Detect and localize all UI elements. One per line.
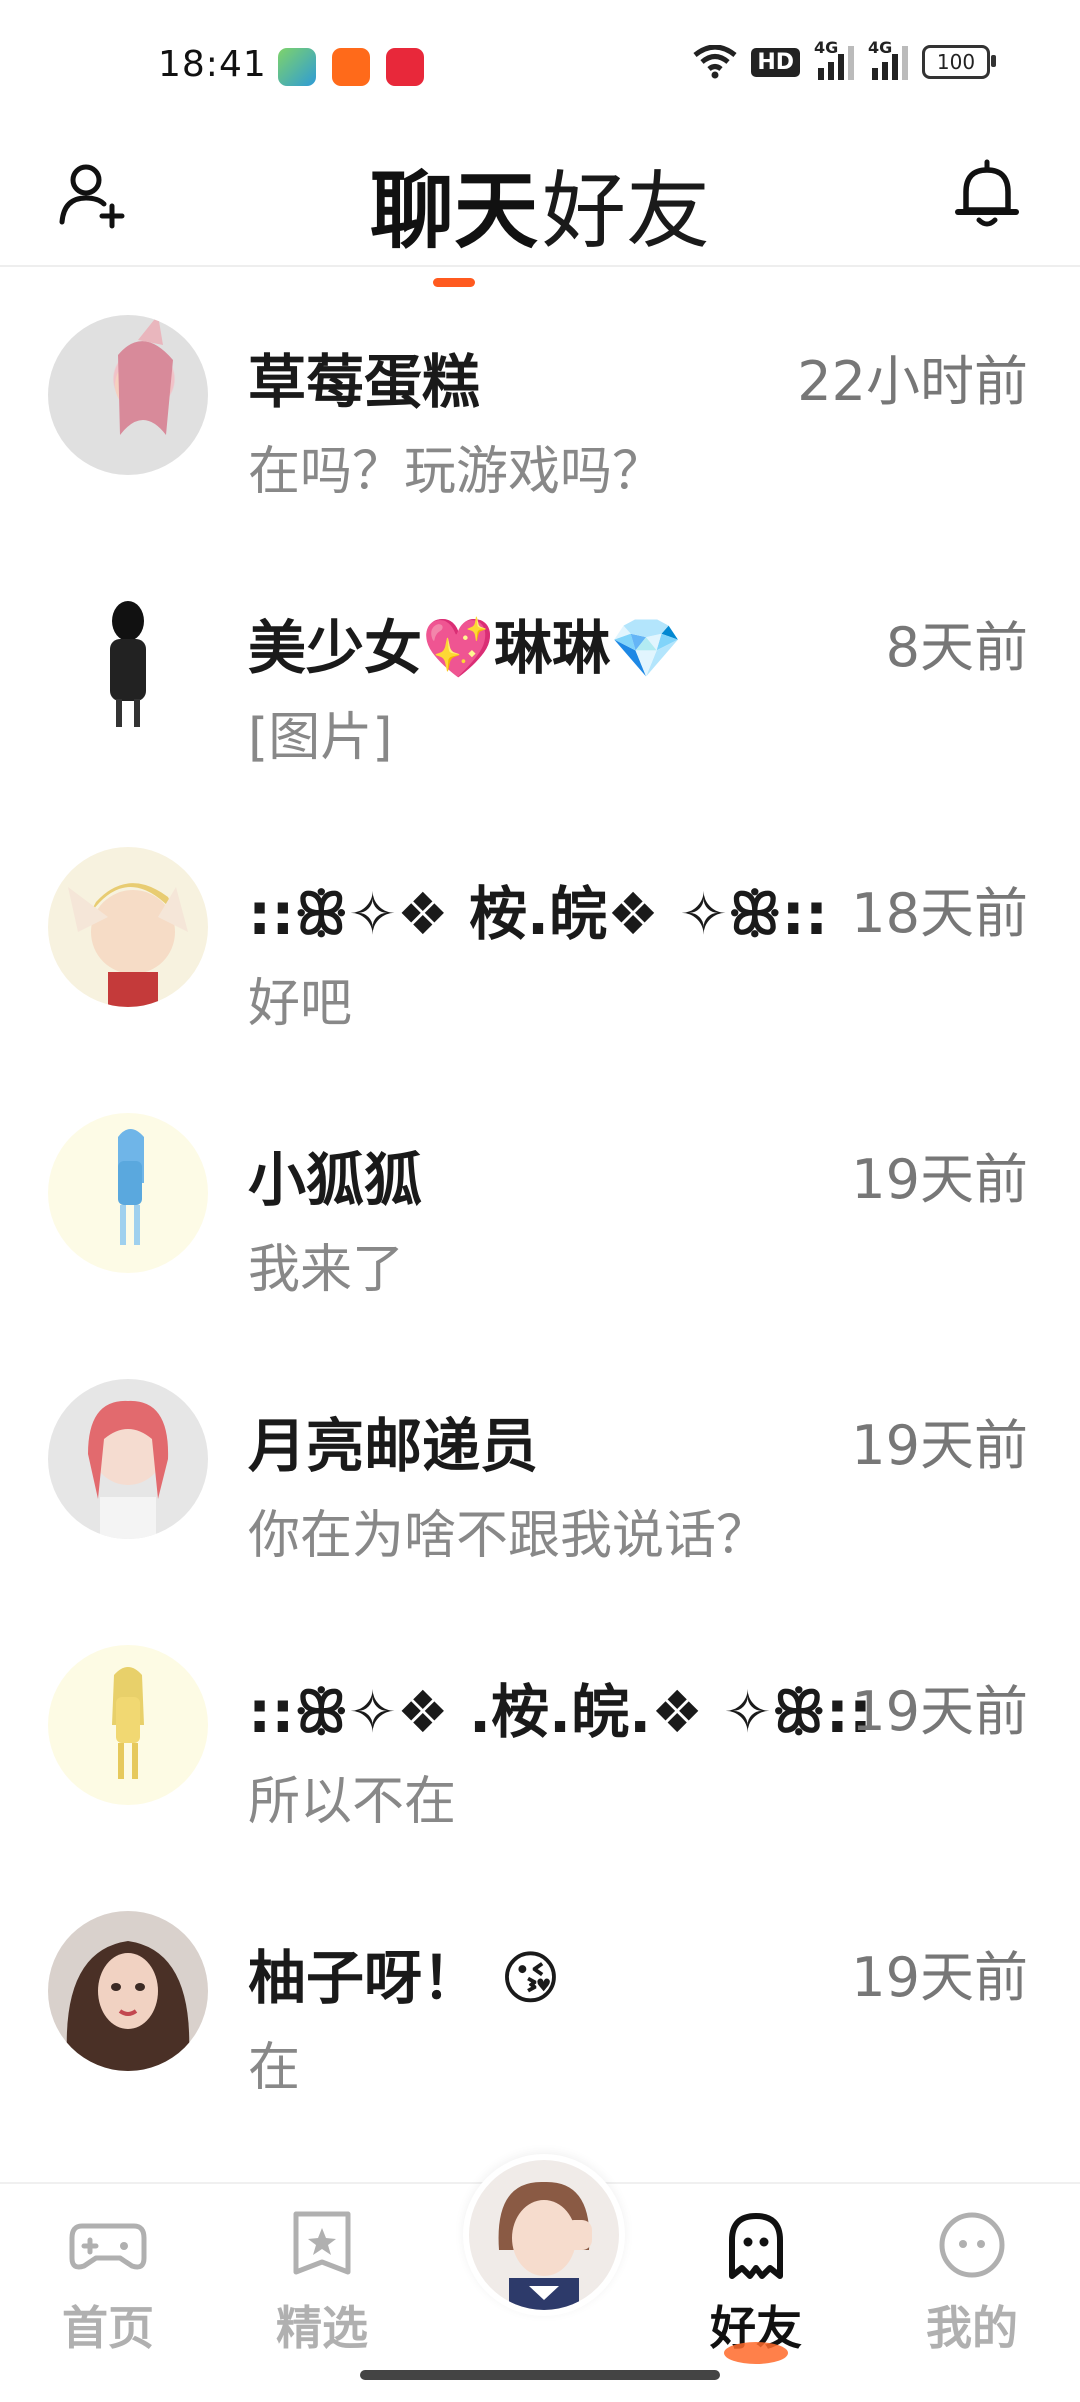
chat-item[interactable]: ::ꕥ✧❖ .桉.皖.❖ ✧ꕥ:: 19天前 所以不在 (0, 1597, 1080, 1863)
chat-item[interactable]: 月亮邮递员 19天前 你在为啥不跟我说话？ (0, 1331, 1080, 1597)
avatar[interactable] (48, 1645, 208, 1805)
ghost-icon (729, 2213, 783, 2279)
header-tabs: 聊天 好友 (0, 144, 1080, 287)
nav-home-label: 首页 (62, 2301, 154, 2355)
avatar[interactable] (48, 315, 208, 475)
chat-list: 草莓蛋糕 22小时前 在吗？玩游戏吗？ 美少女💖琳琳💎 8天前 [图片] ::ꕥ… (0, 267, 1080, 2129)
app-notification-icon (278, 48, 316, 86)
bottom-nav: 首页 精选 好友 我的 (0, 2154, 1080, 2402)
chat-name: 柚子呀！ 😘 (248, 1944, 561, 2012)
chat-name: ::ꕥ✧❖ .桉.皖.❖ ✧ꕥ:: (248, 1678, 873, 1746)
chat-last-message: 在吗？玩游戏吗？ (248, 442, 665, 502)
nav-featured[interactable]: 精选 (242, 2210, 402, 2358)
nav-featured-label: 精选 (276, 2301, 368, 2355)
smile-face-icon (939, 2212, 1005, 2278)
battery-level: 100 (936, 50, 976, 74)
chat-last-message: 你在为啥不跟我说话？ (248, 1506, 769, 1566)
chat-time: 19天前 (851, 1148, 1028, 1211)
chat-name: 草莓蛋糕 (248, 348, 481, 416)
chat-last-message: 所以不在 (248, 1772, 457, 1832)
chat-name: 小狐狐 (248, 1146, 423, 1214)
chat-time: 19天前 (851, 1680, 1028, 1743)
app-notification-icon (332, 48, 370, 86)
chat-item[interactable]: 柚子呀！ 😘 19天前 在 (0, 1863, 1080, 2129)
tab-chat-label: 聊天 (369, 162, 538, 260)
app-notification-icon (386, 48, 424, 86)
chat-item[interactable]: 小狐狐 19天前 我来了 (0, 1065, 1080, 1331)
wifi-icon (693, 45, 737, 79)
tab-friends[interactable]: 好友 (542, 144, 710, 265)
chat-time: 19天前 (851, 1946, 1028, 2009)
star-bookmark-icon (293, 2211, 351, 2275)
signal-icon: 4G (814, 38, 854, 80)
hd-voice-icon: HD (751, 47, 800, 77)
chat-last-message: [图片] (248, 708, 393, 768)
status-indicators: HD 4G 4G 100 (693, 38, 996, 80)
nav-me[interactable]: 我的 (892, 2210, 1052, 2358)
center-avatar-button[interactable] (463, 2154, 625, 2316)
battery-icon: 100 (922, 45, 996, 79)
signal-icon: 4G (868, 38, 908, 80)
chat-time: 22小时前 (797, 350, 1028, 413)
chat-time: 8天前 (885, 616, 1028, 679)
chat-time: 19天前 (851, 1414, 1028, 1477)
chat-time: 18天前 (851, 882, 1028, 945)
avatar[interactable] (48, 1911, 208, 2071)
chat-name: ::ꕥ✧❖ 桉.皖❖ ✧ꕥ:: (248, 880, 829, 948)
chat-name: 美少女💖琳琳💎 (248, 614, 683, 682)
nav-friends[interactable]: 好友 (676, 2210, 836, 2364)
status-bar: 18:41 HD 4G 4G 100 (0, 0, 1080, 130)
chat-item[interactable]: ::ꕥ✧❖ 桉.皖❖ ✧ꕥ:: 18天前 好吧 (0, 799, 1080, 1065)
chat-name: 月亮邮递员 (248, 1412, 539, 1480)
chat-last-message: 我来了 (248, 1240, 405, 1300)
chat-last-message: 在 (248, 2038, 301, 2098)
avatar[interactable] (48, 581, 208, 741)
gamepad-icon (69, 2223, 147, 2270)
network-type-label: 4G (814, 38, 839, 57)
chat-last-message: 好吧 (248, 974, 353, 1034)
top-header: 聊天 好友 (0, 130, 1080, 287)
nav-home[interactable]: 首页 (28, 2210, 188, 2358)
avatar[interactable] (48, 1113, 208, 1273)
tab-friends-label: 好友 (542, 162, 711, 260)
status-app-icons (278, 48, 424, 86)
active-nav-indicator (724, 2342, 788, 2364)
chat-item[interactable]: 草莓蛋糕 22小时前 在吗？玩游戏吗？ (0, 267, 1080, 533)
bell-icon[interactable] (952, 158, 1022, 233)
tab-chat[interactable]: 聊天 (369, 144, 538, 287)
network-type-label: 4G (868, 38, 893, 57)
status-time: 18:41 (158, 44, 267, 85)
nav-me-label: 我的 (926, 2301, 1018, 2355)
home-indicator[interactable] (360, 2370, 720, 2380)
avatar[interactable] (48, 1379, 208, 1539)
avatar[interactable] (48, 847, 208, 1007)
chat-item[interactable]: 美少女💖琳琳💎 8天前 [图片] (0, 533, 1080, 799)
